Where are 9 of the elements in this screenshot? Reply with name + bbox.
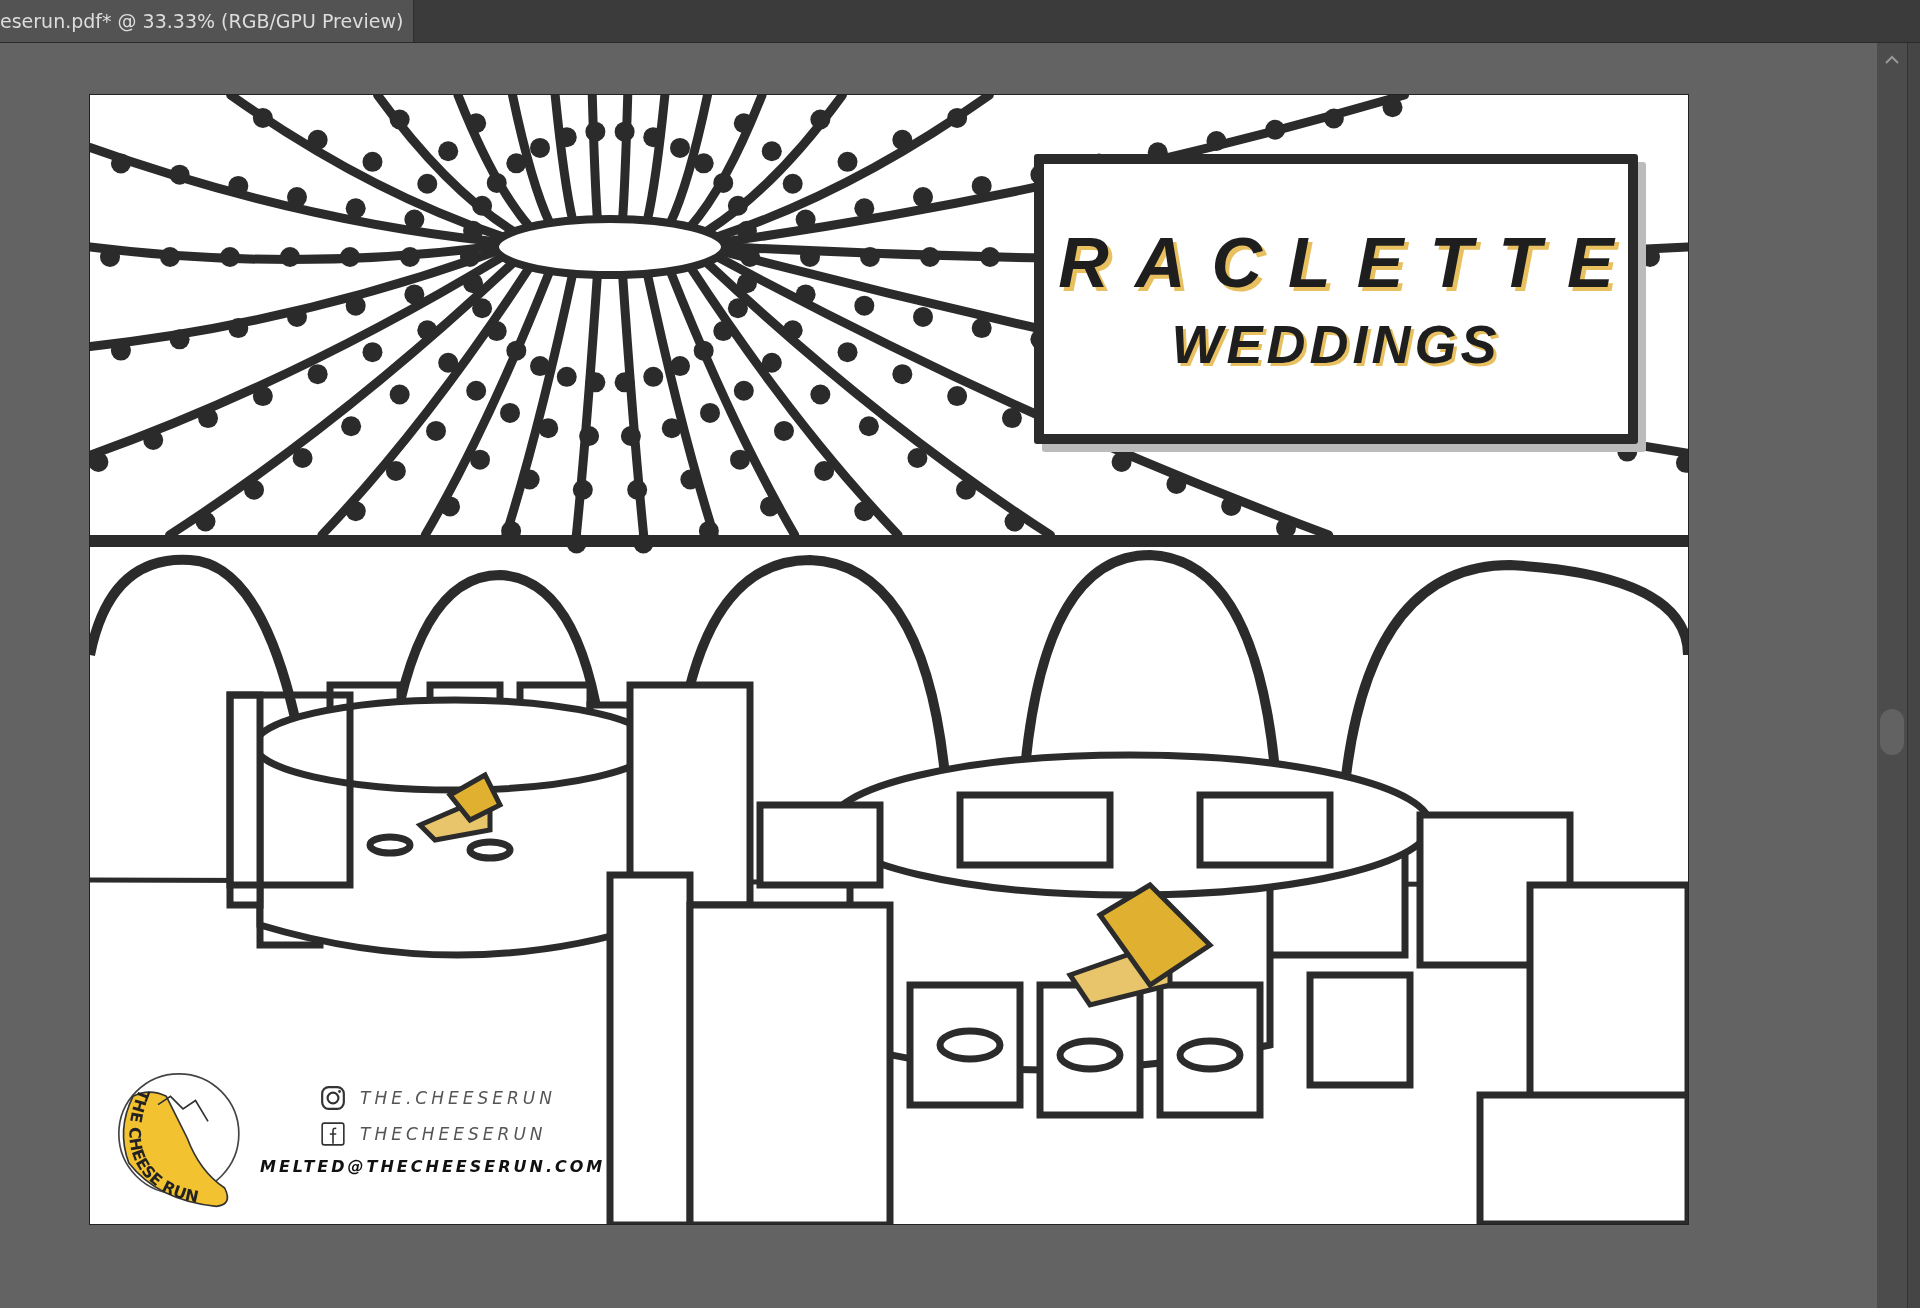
chevron-up-icon[interactable]	[1884, 55, 1900, 65]
artwork-subtitle: WEDDINGS	[1171, 313, 1501, 375]
contact-text: THE.CHEESERUN	[360, 1088, 556, 1108]
contact-text: MELTED@THECHEESERUN.COM	[260, 1157, 606, 1176]
artwork-title: RACLETTE	[1058, 223, 1640, 303]
camera-icon	[320, 1085, 346, 1111]
document-tab[interactable]: eserun.pdf* @ 33.33% (RGB/GPU Preview)	[0, 0, 414, 42]
contact-text: THECHEESERUN	[360, 1124, 547, 1144]
facebook-icon	[320, 1121, 346, 1147]
